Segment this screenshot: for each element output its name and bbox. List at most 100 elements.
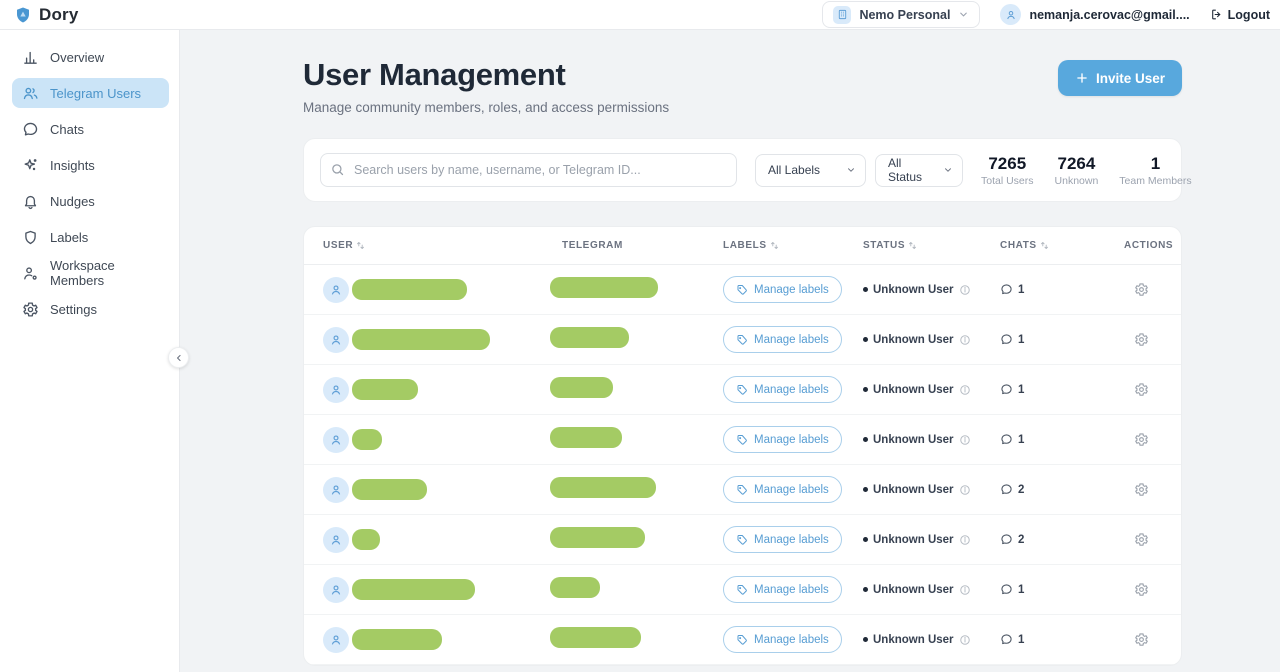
status-label: Unknown User: [873, 584, 954, 596]
labels-cell: Manage labels: [723, 376, 863, 403]
actions-cell[interactable]: [1134, 282, 1149, 297]
info-icon[interactable]: [959, 434, 971, 446]
page-title: User Management: [303, 57, 669, 93]
sidebar-item-settings[interactable]: Settings: [12, 294, 169, 324]
actions-cell[interactable]: [1134, 632, 1149, 647]
chat-count: 1: [1018, 434, 1024, 446]
redacted-user-name: [352, 279, 467, 300]
user-avatar-icon: [323, 377, 349, 403]
redacted-telegram-handle: [550, 327, 629, 348]
chat-bubble-icon: [1000, 483, 1013, 496]
labels-cell: Manage labels: [723, 426, 863, 453]
account-info[interactable]: nemanja.cerovac@gmail....: [1000, 4, 1189, 25]
info-icon[interactable]: [959, 534, 971, 546]
column-header-user[interactable]: User: [323, 240, 562, 251]
actions-cell[interactable]: [1134, 532, 1149, 547]
info-icon[interactable]: [959, 484, 971, 496]
actions-cell[interactable]: [1134, 482, 1149, 497]
table-row: Manage labels Unknown User 2: [304, 465, 1181, 515]
gear-icon: [22, 301, 39, 318]
manage-labels-label: Manage labels: [754, 384, 829, 396]
status-label: Unknown User: [873, 334, 954, 346]
chats-cell: 1: [1000, 283, 1124, 296]
sidebar-item-nudges[interactable]: Nudges: [12, 186, 169, 216]
tag-icon: [736, 534, 748, 546]
redacted-user-name: [352, 529, 380, 550]
manage-labels-button[interactable]: Manage labels: [723, 376, 842, 403]
actions-cell[interactable]: [1134, 332, 1149, 347]
row-settings-gear-icon: [1134, 632, 1149, 647]
user-avatar-icon: [1000, 4, 1021, 25]
logout-icon: [1210, 8, 1223, 21]
sidebar-item-chats[interactable]: Chats: [12, 114, 169, 144]
manage-labels-label: Manage labels: [754, 534, 829, 546]
status-filter-select[interactable]: All Status: [875, 154, 963, 187]
labels-filter-select[interactable]: All Labels: [755, 154, 866, 187]
chat-bubble-icon: [1000, 333, 1013, 346]
manage-labels-button[interactable]: Manage labels: [723, 526, 842, 553]
manage-labels-label: Manage labels: [754, 584, 829, 596]
row-settings-gear-icon: [1134, 332, 1149, 347]
chat-count: 1: [1018, 584, 1024, 596]
column-label: Telegram: [562, 240, 623, 251]
column-header-status[interactable]: Status: [863, 240, 1000, 251]
redacted-telegram-handle: [550, 627, 641, 648]
sidebar-collapse-button[interactable]: [168, 347, 189, 368]
chat-count: 1: [1018, 634, 1024, 646]
column-label: User: [323, 240, 353, 251]
telegram-cell: [562, 327, 723, 353]
actions-cell[interactable]: [1134, 582, 1149, 597]
manage-labels-button[interactable]: Manage labels: [723, 576, 842, 603]
status-dot-icon: [863, 637, 868, 642]
user-cell: [323, 477, 562, 503]
workspace-switcher[interactable]: Nemo Personal: [822, 1, 980, 28]
sidebar-item-label: Chats: [50, 122, 84, 137]
status-cell: Unknown User: [863, 434, 1000, 446]
table-row: Manage labels Unknown User 1: [304, 265, 1181, 315]
user-cell: [323, 327, 562, 353]
manage-labels-button[interactable]: Manage labels: [723, 276, 842, 303]
status-cell: Unknown User: [863, 584, 1000, 596]
actions-cell[interactable]: [1134, 432, 1149, 447]
user-avatar-icon: [323, 477, 349, 503]
filters-bar: All Labels All Status 7265: [303, 138, 1182, 202]
manage-labels-button[interactable]: Manage labels: [723, 426, 842, 453]
main-area: User Management Manage community members…: [180, 30, 1280, 672]
sort-icon: [356, 241, 365, 250]
column-header-labels[interactable]: Labels: [723, 240, 863, 251]
search-input[interactable]: [320, 153, 737, 187]
sidebar-item-workspace-members[interactable]: Workspace Members: [12, 258, 169, 288]
sidebar-item-overview[interactable]: Overview: [12, 42, 169, 72]
redacted-telegram-handle: [550, 527, 645, 548]
stat-label: Unknown: [1055, 175, 1099, 187]
info-icon[interactable]: [959, 584, 971, 596]
info-icon[interactable]: [959, 284, 971, 296]
table-row: Manage labels Unknown User 1: [304, 365, 1181, 415]
brand-name: Dory: [39, 5, 79, 25]
table-row: Manage labels Unknown User 1: [304, 415, 1181, 465]
column-label: Status: [863, 240, 905, 251]
manage-labels-button[interactable]: Manage labels: [723, 326, 842, 353]
column-header-chats[interactable]: Chats: [1000, 240, 1124, 251]
info-icon[interactable]: [959, 334, 971, 346]
column-label: Labels: [723, 240, 767, 251]
column-label: Actions: [1124, 240, 1173, 251]
manage-labels-button[interactable]: Manage labels: [723, 626, 842, 653]
chevron-down-icon: [958, 9, 969, 20]
table-header-row: User Telegram Labels Status: [304, 227, 1181, 265]
building-icon: [833, 6, 851, 24]
chat-bubble-icon: [1000, 583, 1013, 596]
user-avatar-icon: [323, 277, 349, 303]
info-icon[interactable]: [959, 384, 971, 396]
info-icon[interactable]: [959, 634, 971, 646]
user-avatar-icon: [323, 327, 349, 353]
sidebar-item-labels[interactable]: Labels: [12, 222, 169, 252]
logout-button[interactable]: Logout: [1210, 8, 1270, 22]
actions-cell[interactable]: [1134, 382, 1149, 397]
invite-user-button[interactable]: Invite User: [1058, 60, 1182, 96]
sidebar-item-telegram-users[interactable]: Telegram Users: [12, 78, 169, 108]
tag-icon: [736, 334, 748, 346]
sidebar-item-insights[interactable]: Insights: [12, 150, 169, 180]
chat-bubble-icon: [22, 121, 39, 138]
manage-labels-button[interactable]: Manage labels: [723, 476, 842, 503]
